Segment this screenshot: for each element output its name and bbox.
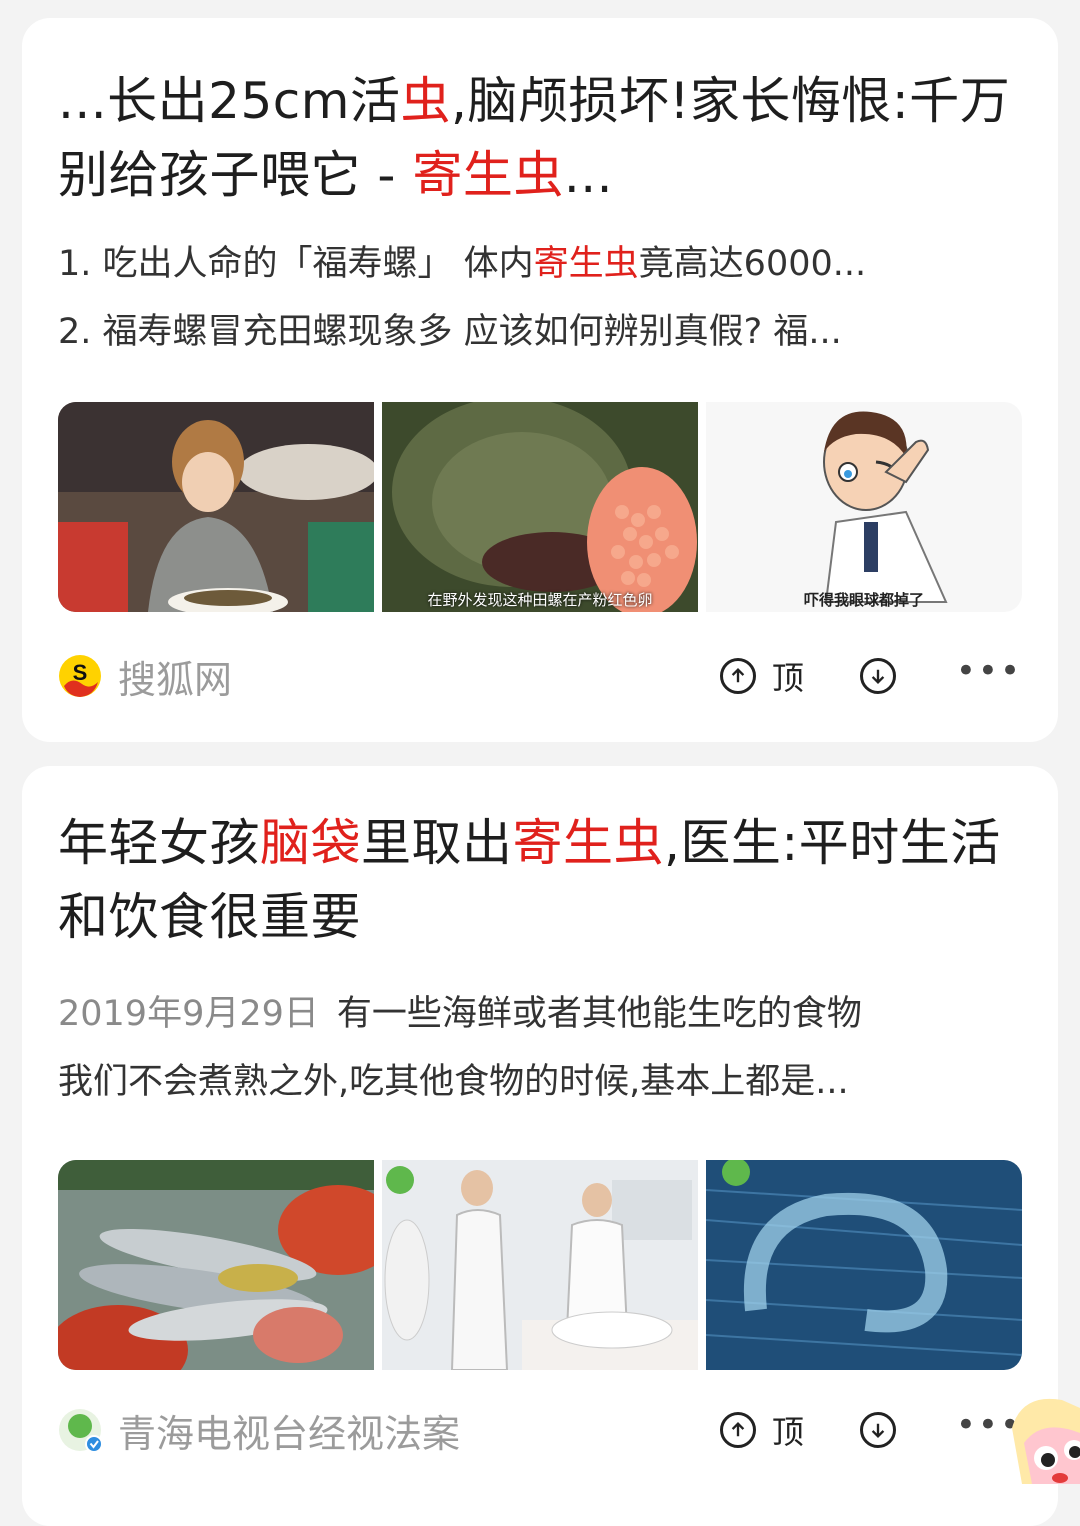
floating-mascot-icon[interactable] — [1002, 1388, 1080, 1484]
title-segment: ... — [563, 146, 614, 204]
snippet-line-1: 2019年9月29日 有一些海鲜或者其他能生吃的食物 — [58, 980, 1022, 1048]
result-title[interactable]: 年轻女孩脑袋里取出寄生虫,医生:平时生活和饮食很重要 — [58, 766, 1022, 954]
downvote-button[interactable] — [859, 658, 896, 694]
snippet-highlight: 寄生虫 — [533, 244, 639, 284]
title-highlight: 虫 — [400, 72, 451, 130]
snippet-segment: 竟高达6000... — [638, 244, 867, 284]
snippet-segment: 有一些海鲜或者其他能生吃的食物 — [336, 994, 862, 1034]
title-segment: ...长出25cm活 — [58, 72, 401, 130]
result-footer: S 搜狐网 顶 ••• — [58, 646, 1022, 706]
source-name[interactable]: 搜狐网 — [118, 649, 692, 704]
thumbnail-caption: 吓得我眼球都掉了 — [803, 591, 924, 609]
sohu-logo-icon: S — [58, 654, 102, 698]
thumbnail-snail-eggs[interactable]: 在野外发现这种田螺在产粉红色卵 — [382, 402, 698, 612]
thumbnail-woman-eating[interactable] — [58, 402, 374, 612]
snippet-line-2: 2. 福寿螺冒充田螺现象多 应该如何辨别真假? 福... — [58, 298, 1022, 366]
result-title[interactable]: ...长出25cm活虫,脑颅损坏!家长悔恨:千万别给孩子喂它 - 寄生虫... — [58, 18, 1022, 212]
thumbnail-cartoon-doctor[interactable]: 吓得我眼球都掉了 — [706, 402, 1022, 612]
result-card-1[interactable]: ...长出25cm活虫,脑颅损坏!家长悔恨:千万别给孩子喂它 - 寄生虫... … — [22, 18, 1058, 742]
arrow-up-icon — [719, 1412, 756, 1448]
thumbnail-seafood[interactable] — [58, 1160, 374, 1370]
snippet-segment: 1. 吃出人命的「福寿螺」 体内 — [58, 244, 534, 284]
arrow-down-icon — [859, 1412, 896, 1448]
more-options-icon[interactable]: ••• — [956, 654, 1022, 698]
qinghai-tv-logo-icon — [58, 1408, 103, 1453]
title-segment: 里取出 — [361, 814, 513, 872]
upvote-label: 顶 — [771, 1413, 804, 1451]
arrow-up-icon — [719, 658, 756, 694]
result-snippet: 2019年9月29日 有一些海鲜或者其他能生吃的食物 我们不会煮熟之外,吃其他食物… — [58, 980, 1022, 1116]
publish-date: 2019年9月29日 — [58, 994, 319, 1034]
source-name[interactable]: 青海电视台经视法案 — [118, 1403, 692, 1458]
title-highlight: 脑袋 — [260, 814, 361, 872]
svg-text:S: S — [73, 660, 88, 685]
result-card-2[interactable]: 年轻女孩脑袋里取出寄生虫,医生:平时生活和饮食很重要 2019年9月29日 有一些… — [22, 766, 1058, 1526]
thumbnail-strip: 在野外发现这种田螺在产粉红色卵 吓得我眼球都掉了 — [58, 402, 1022, 612]
snippet-segment: 我们不会煮熟之外,吃其他食物的时候,基本上都是... — [58, 1062, 849, 1102]
thumbnail-strip — [58, 1160, 1022, 1370]
upvote-button[interactable]: 顶 — [719, 653, 804, 699]
upvote-label: 顶 — [771, 659, 804, 697]
title-highlight: 寄生虫 — [512, 814, 664, 872]
thumbnail-parasite-scan[interactable] — [706, 1160, 1022, 1370]
title-segment: 年轻女孩 — [58, 814, 260, 872]
downvote-button[interactable] — [859, 1412, 896, 1448]
result-snippet: 1. 吃出人命的「福寿螺」 体内寄生虫竟高达6000... 2. 福寿螺冒充田螺… — [58, 230, 1022, 366]
snippet-line-2: 我们不会煮熟之外,吃其他食物的时候,基本上都是... — [58, 1048, 1022, 1116]
thumbnail-caption: 在野外发现这种田螺在产粉红色卵 — [427, 591, 653, 609]
snippet-line-1: 1. 吃出人命的「福寿螺」 体内寄生虫竟高达6000... — [58, 230, 1022, 298]
result-footer: 青海电视台经视法案 顶 ••• — [58, 1400, 1022, 1460]
snippet-segment: 2. 福寿螺冒充田螺现象多 应该如何辨别真假? 福... — [58, 312, 842, 352]
thumbnail-hospital[interactable] — [382, 1160, 698, 1370]
title-highlight: 寄生虫 — [412, 146, 564, 204]
upvote-button[interactable]: 顶 — [719, 1407, 804, 1453]
arrow-down-icon — [859, 658, 896, 694]
